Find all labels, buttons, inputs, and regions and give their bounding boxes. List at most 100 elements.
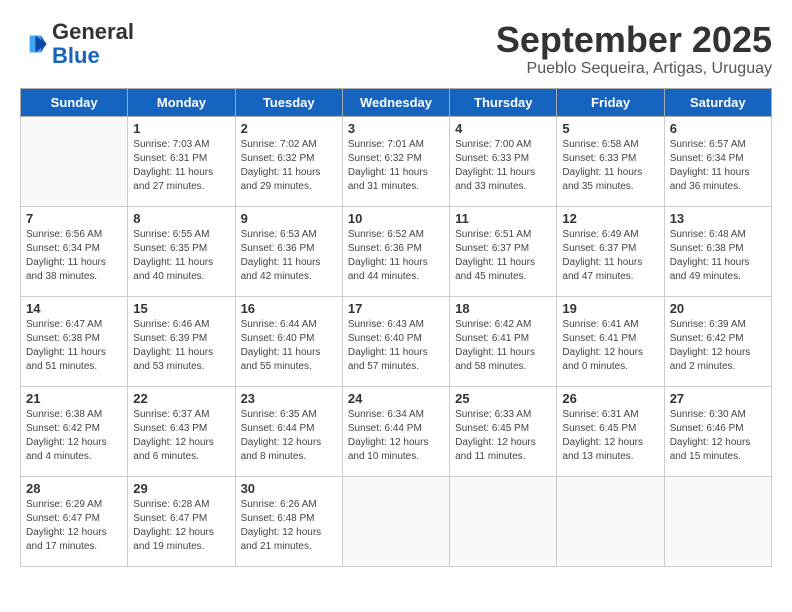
calendar-cell: 3 Sunrise: 7:01 AM Sunset: 6:32 PM Daylig… (342, 116, 449, 206)
day-number: 1 (133, 121, 229, 136)
cell-info: Sunrise: 6:43 AM Sunset: 6:40 PM Dayligh… (348, 318, 444, 374)
cell-info: Sunrise: 6:52 AM Sunset: 6:36 PM Dayligh… (348, 228, 444, 284)
cell-info: Sunrise: 7:01 AM Sunset: 6:32 PM Dayligh… (348, 138, 444, 194)
day-number: 20 (670, 301, 766, 316)
calendar-cell (450, 476, 557, 566)
day-number: 23 (241, 391, 337, 406)
cell-info: Sunrise: 6:39 AM Sunset: 6:42 PM Dayligh… (670, 318, 766, 374)
day-number: 19 (562, 301, 658, 316)
cell-info: Sunrise: 6:57 AM Sunset: 6:34 PM Dayligh… (670, 138, 766, 194)
day-number: 10 (348, 211, 444, 226)
day-number: 15 (133, 301, 229, 316)
day-number: 12 (562, 211, 658, 226)
day-number: 28 (26, 481, 122, 496)
cell-info: Sunrise: 6:47 AM Sunset: 6:38 PM Dayligh… (26, 318, 122, 374)
cell-info: Sunrise: 6:44 AM Sunset: 6:40 PM Dayligh… (241, 318, 337, 374)
calendar-cell: 11Sunrise: 6:51 AM Sunset: 6:37 PM Dayli… (450, 206, 557, 296)
calendar-cell: 8 Sunrise: 6:55 AM Sunset: 6:35 PM Daylig… (128, 206, 235, 296)
day-number: 13 (670, 211, 766, 226)
logo-icon (20, 30, 48, 58)
cell-info: Sunrise: 6:56 AM Sunset: 6:34 PM Dayligh… (26, 228, 122, 284)
day-number: 21 (26, 391, 122, 406)
day-number: 25 (455, 391, 551, 406)
calendar-cell: 13 Sunrise: 6:48 AM Sunset: 6:38 PM Dayli… (664, 206, 771, 296)
calendar-cell: 20 Sunrise: 6:39 AM Sunset: 6:42 PM Dayli… (664, 296, 771, 386)
cell-info: Sunrise: 6:53 AM Sunset: 6:36 PM Dayligh… (241, 228, 337, 284)
logo-text: General Blue (52, 20, 134, 68)
week-row-4: 21 Sunrise: 6:38 AM Sunset: 6:42 PM Dayli… (21, 386, 772, 476)
calendar-cell: 27Sunrise: 6:30 AM Sunset: 6:46 PM Dayli… (664, 386, 771, 476)
day-header-sunday: Sunday (21, 88, 128, 116)
cell-info: Sunrise: 6:28 AM Sunset: 6:47 PM Dayligh… (133, 498, 229, 554)
day-header-friday: Friday (557, 88, 664, 116)
calendar-cell: 9Sunrise: 6:53 AM Sunset: 6:36 PM Daylig… (235, 206, 342, 296)
day-number: 4 (455, 121, 551, 136)
calendar-cell: 26 Sunrise: 6:31 AM Sunset: 6:45 PM Dayli… (557, 386, 664, 476)
day-header-wednesday: Wednesday (342, 88, 449, 116)
calendar-cell (342, 476, 449, 566)
day-header-thursday: Thursday (450, 88, 557, 116)
location-subtitle: Pueblo Sequeira, Artigas, Uruguay (496, 60, 772, 78)
cell-info: Sunrise: 6:38 AM Sunset: 6:42 PM Dayligh… (26, 408, 122, 464)
cell-info: Sunrise: 6:29 AM Sunset: 6:47 PM Dayligh… (26, 498, 122, 554)
calendar-cell: 24Sunrise: 6:34 AM Sunset: 6:44 PM Dayli… (342, 386, 449, 476)
cell-info: Sunrise: 7:02 AM Sunset: 6:32 PM Dayligh… (241, 138, 337, 194)
calendar-cell (664, 476, 771, 566)
day-number: 30 (241, 481, 337, 496)
calendar-cell: 16 Sunrise: 6:44 AM Sunset: 6:40 PM Dayli… (235, 296, 342, 386)
logo: General Blue (20, 20, 134, 68)
title-block: September 2025 Pueblo Sequeira, Artigas,… (496, 20, 772, 78)
week-row-5: 28 Sunrise: 6:29 AM Sunset: 6:47 PM Dayli… (21, 476, 772, 566)
cell-info: Sunrise: 6:41 AM Sunset: 6:41 PM Dayligh… (562, 318, 658, 374)
logo-general: General (52, 20, 134, 44)
calendar-cell: 7 Sunrise: 6:56 AM Sunset: 6:34 PM Daylig… (21, 206, 128, 296)
day-number: 26 (562, 391, 658, 406)
logo-blue: Blue (52, 44, 134, 68)
cell-info: Sunrise: 6:37 AM Sunset: 6:43 PM Dayligh… (133, 408, 229, 464)
calendar-cell: 6 Sunrise: 6:57 AM Sunset: 6:34 PM Daylig… (664, 116, 771, 206)
calendar-cell: 25 Sunrise: 6:33 AM Sunset: 6:45 PM Dayli… (450, 386, 557, 476)
day-header-saturday: Saturday (664, 88, 771, 116)
cell-info: Sunrise: 6:55 AM Sunset: 6:35 PM Dayligh… (133, 228, 229, 284)
calendar-cell (557, 476, 664, 566)
day-number: 18 (455, 301, 551, 316)
days-header-row: SundayMondayTuesdayWednesdayThursdayFrid… (21, 88, 772, 116)
calendar-cell: 22Sunrise: 6:37 AM Sunset: 6:43 PM Dayli… (128, 386, 235, 476)
cell-info: Sunrise: 6:46 AM Sunset: 6:39 PM Dayligh… (133, 318, 229, 374)
calendar-cell: 28 Sunrise: 6:29 AM Sunset: 6:47 PM Dayli… (21, 476, 128, 566)
calendar-cell: 5Sunrise: 6:58 AM Sunset: 6:33 PM Daylig… (557, 116, 664, 206)
day-number: 11 (455, 211, 551, 226)
cell-info: Sunrise: 6:35 AM Sunset: 6:44 PM Dayligh… (241, 408, 337, 464)
day-header-monday: Monday (128, 88, 235, 116)
calendar-cell: 4 Sunrise: 7:00 AM Sunset: 6:33 PM Daylig… (450, 116, 557, 206)
day-number: 24 (348, 391, 444, 406)
header: General Blue September 2025 Pueblo Seque… (20, 20, 772, 78)
day-number: 6 (670, 121, 766, 136)
week-row-3: 14 Sunrise: 6:47 AM Sunset: 6:38 PM Dayli… (21, 296, 772, 386)
day-number: 2 (241, 121, 337, 136)
day-number: 7 (26, 211, 122, 226)
cell-info: Sunrise: 6:31 AM Sunset: 6:45 PM Dayligh… (562, 408, 658, 464)
day-header-tuesday: Tuesday (235, 88, 342, 116)
day-number: 16 (241, 301, 337, 316)
day-number: 5 (562, 121, 658, 136)
calendar-cell: 15 Sunrise: 6:46 AM Sunset: 6:39 PM Dayli… (128, 296, 235, 386)
cell-info: Sunrise: 6:42 AM Sunset: 6:41 PM Dayligh… (455, 318, 551, 374)
cell-info: Sunrise: 6:26 AM Sunset: 6:48 PM Dayligh… (241, 498, 337, 554)
day-number: 17 (348, 301, 444, 316)
calendar-cell: 14 Sunrise: 6:47 AM Sunset: 6:38 PM Dayli… (21, 296, 128, 386)
calendar-cell: 30 Sunrise: 6:26 AM Sunset: 6:48 PM Dayli… (235, 476, 342, 566)
day-number: 29 (133, 481, 229, 496)
calendar-cell: 1Sunrise: 7:03 AM Sunset: 6:31 PM Daylig… (128, 116, 235, 206)
calendar-cell: 23 Sunrise: 6:35 AM Sunset: 6:44 PM Dayli… (235, 386, 342, 476)
cell-info: Sunrise: 6:30 AM Sunset: 6:46 PM Dayligh… (670, 408, 766, 464)
cell-info: Sunrise: 7:00 AM Sunset: 6:33 PM Dayligh… (455, 138, 551, 194)
day-number: 8 (133, 211, 229, 226)
calendar-cell (21, 116, 128, 206)
cell-info: Sunrise: 6:33 AM Sunset: 6:45 PM Dayligh… (455, 408, 551, 464)
calendar-cell: 21 Sunrise: 6:38 AM Sunset: 6:42 PM Dayli… (21, 386, 128, 476)
day-number: 3 (348, 121, 444, 136)
cell-info: Sunrise: 6:48 AM Sunset: 6:38 PM Dayligh… (670, 228, 766, 284)
cell-info: Sunrise: 6:49 AM Sunset: 6:37 PM Dayligh… (562, 228, 658, 284)
day-number: 14 (26, 301, 122, 316)
